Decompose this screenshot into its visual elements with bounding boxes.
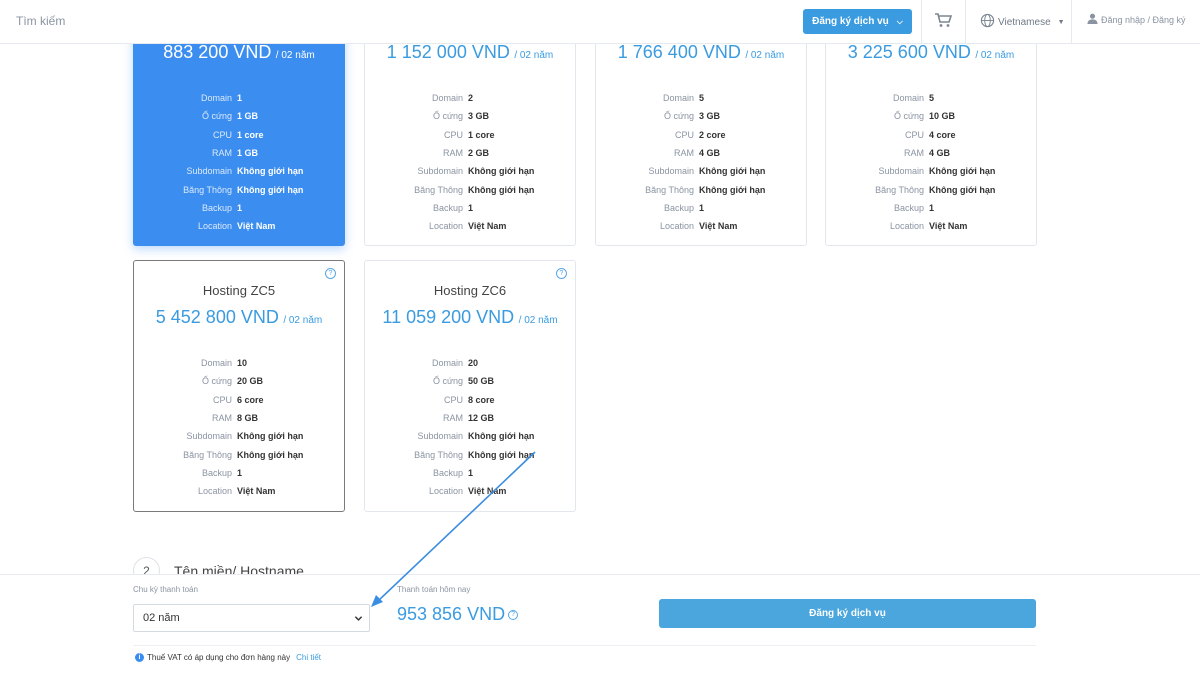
plan-card[interactable]: 3 225 600 VND / 02 năm Domain 5 Ổ cứng 10 … <box>825 20 1037 246</box>
register-submit-button[interactable]: Đăng ký dịch vụ <box>659 599 1036 628</box>
help-icon[interactable]: ? <box>325 268 336 279</box>
today-payment-amount: 953 856 VND ? <box>397 604 519 625</box>
info-icon: i <box>135 653 144 662</box>
plan-price: 1 766 400 VND / 02 năm <box>617 42 785 62</box>
vat-details-link[interactable]: Chi tiết <box>296 653 321 662</box>
divider <box>133 645 1036 646</box>
chevron-down-icon <box>354 614 363 626</box>
globe-icon <box>980 13 995 31</box>
help-icon[interactable]: ? <box>508 609 519 620</box>
plan-price: 1 152 000 VND / 02 năm <box>386 42 554 62</box>
search-input[interactable]: Tìm kiếm <box>16 14 65 28</box>
plan-specs: Domain 20 Ổ cứng 50 GB CPU 8 core RAM 12 GB … <box>414 358 535 497</box>
billing-cycle-label: Chu kỳ thanh toán <box>133 585 198 594</box>
register-service-label: Đăng ký dịch vụ <box>812 16 889 27</box>
plan-specs: Domain 5 Ổ cứng 10 GB CPU 4 core RAM 4 GB Su… <box>875 93 996 232</box>
divider <box>1071 0 1072 44</box>
plan-price: 11 059 200 VND / 02 năm <box>382 307 558 327</box>
plan-specs: Domain 5 Ổ cứng 3 GB CPU 2 core RAM 4 GB Sub… <box>645 93 766 232</box>
plan-card-zc5[interactable]: ? Hosting ZC5 5 452 800 VND / 02 năm Dom… <box>133 260 345 512</box>
plan-card[interactable]: 883 200 VND / 02 năm Domain 1 Ổ cứng 1 GB … <box>133 20 345 246</box>
plan-specs: Domain 10 Ổ cứng 20 GB CPU 6 core RAM 8 GB S… <box>183 358 304 497</box>
vat-note-text: Thuế VAT có áp dụng cho đơn hàng này <box>147 653 291 662</box>
chevron-down-icon: ⌵ <box>896 16 903 26</box>
billing-cycle-value: 02 năm <box>143 612 180 624</box>
plan-price: 5 452 800 VND / 02 năm <box>155 307 323 327</box>
plan-price: 883 200 VND / 02 năm <box>163 42 315 62</box>
plan-specs: Domain 2 Ổ cứng 3 GB CPU 1 core RAM 2 GB Sub… <box>414 93 535 232</box>
login-label: Đăng nhập / Đăng ký <box>1101 14 1186 25</box>
plan-name: Hosting ZC5 <box>202 283 276 298</box>
today-payment-label: Thanh toán hôm nay <box>397 585 471 594</box>
billing-cycle-select[interactable]: 02 năm <box>133 604 370 632</box>
caret-down-icon: ▼ <box>1057 18 1065 26</box>
divider <box>921 0 922 44</box>
plan-card[interactable]: 1 766 400 VND / 02 năm Domain 5 Ổ cứng 3 G… <box>595 20 807 246</box>
plan-price: 3 225 600 VND / 02 năm <box>847 42 1015 62</box>
plan-name: Hosting ZC6 <box>433 283 507 298</box>
vat-note: i Thuế VAT có áp dụng cho đơn hàng này C… <box>135 653 321 662</box>
help-icon[interactable]: ? <box>556 268 567 279</box>
today-amount-value: 953 856 VND <box>397 604 506 624</box>
cart-icon[interactable] <box>934 12 953 33</box>
register-service-button[interactable]: Đăng ký dịch vụ ⌵ <box>803 9 912 34</box>
plan-specs: Domain 1 Ổ cứng 1 GB CPU 1 core RAM 1 GB Sub… <box>183 93 304 232</box>
plan-card[interactable]: 1 152 000 VND / 02 năm Domain 2 Ổ cứng 3 G… <box>364 20 576 246</box>
plan-card-zc6[interactable]: ? Hosting ZC6 11 059 200 VND / 02 năm Do… <box>364 260 576 512</box>
language-label: Vietnamese <box>998 16 1051 28</box>
checkout-bar: Chu kỳ thanh toán 02 năm Thanh toán hôm … <box>0 574 1200 675</box>
divider <box>965 0 966 44</box>
user-icon <box>1087 13 1098 26</box>
top-bar: Tìm kiếm Đăng ký dịch vụ ⌵ Vietnamese ▼ … <box>0 0 1200 44</box>
language-selector[interactable]: Vietnamese ▼ <box>980 13 1065 31</box>
login-link[interactable]: Đăng nhập / Đăng ký <box>1087 13 1186 26</box>
